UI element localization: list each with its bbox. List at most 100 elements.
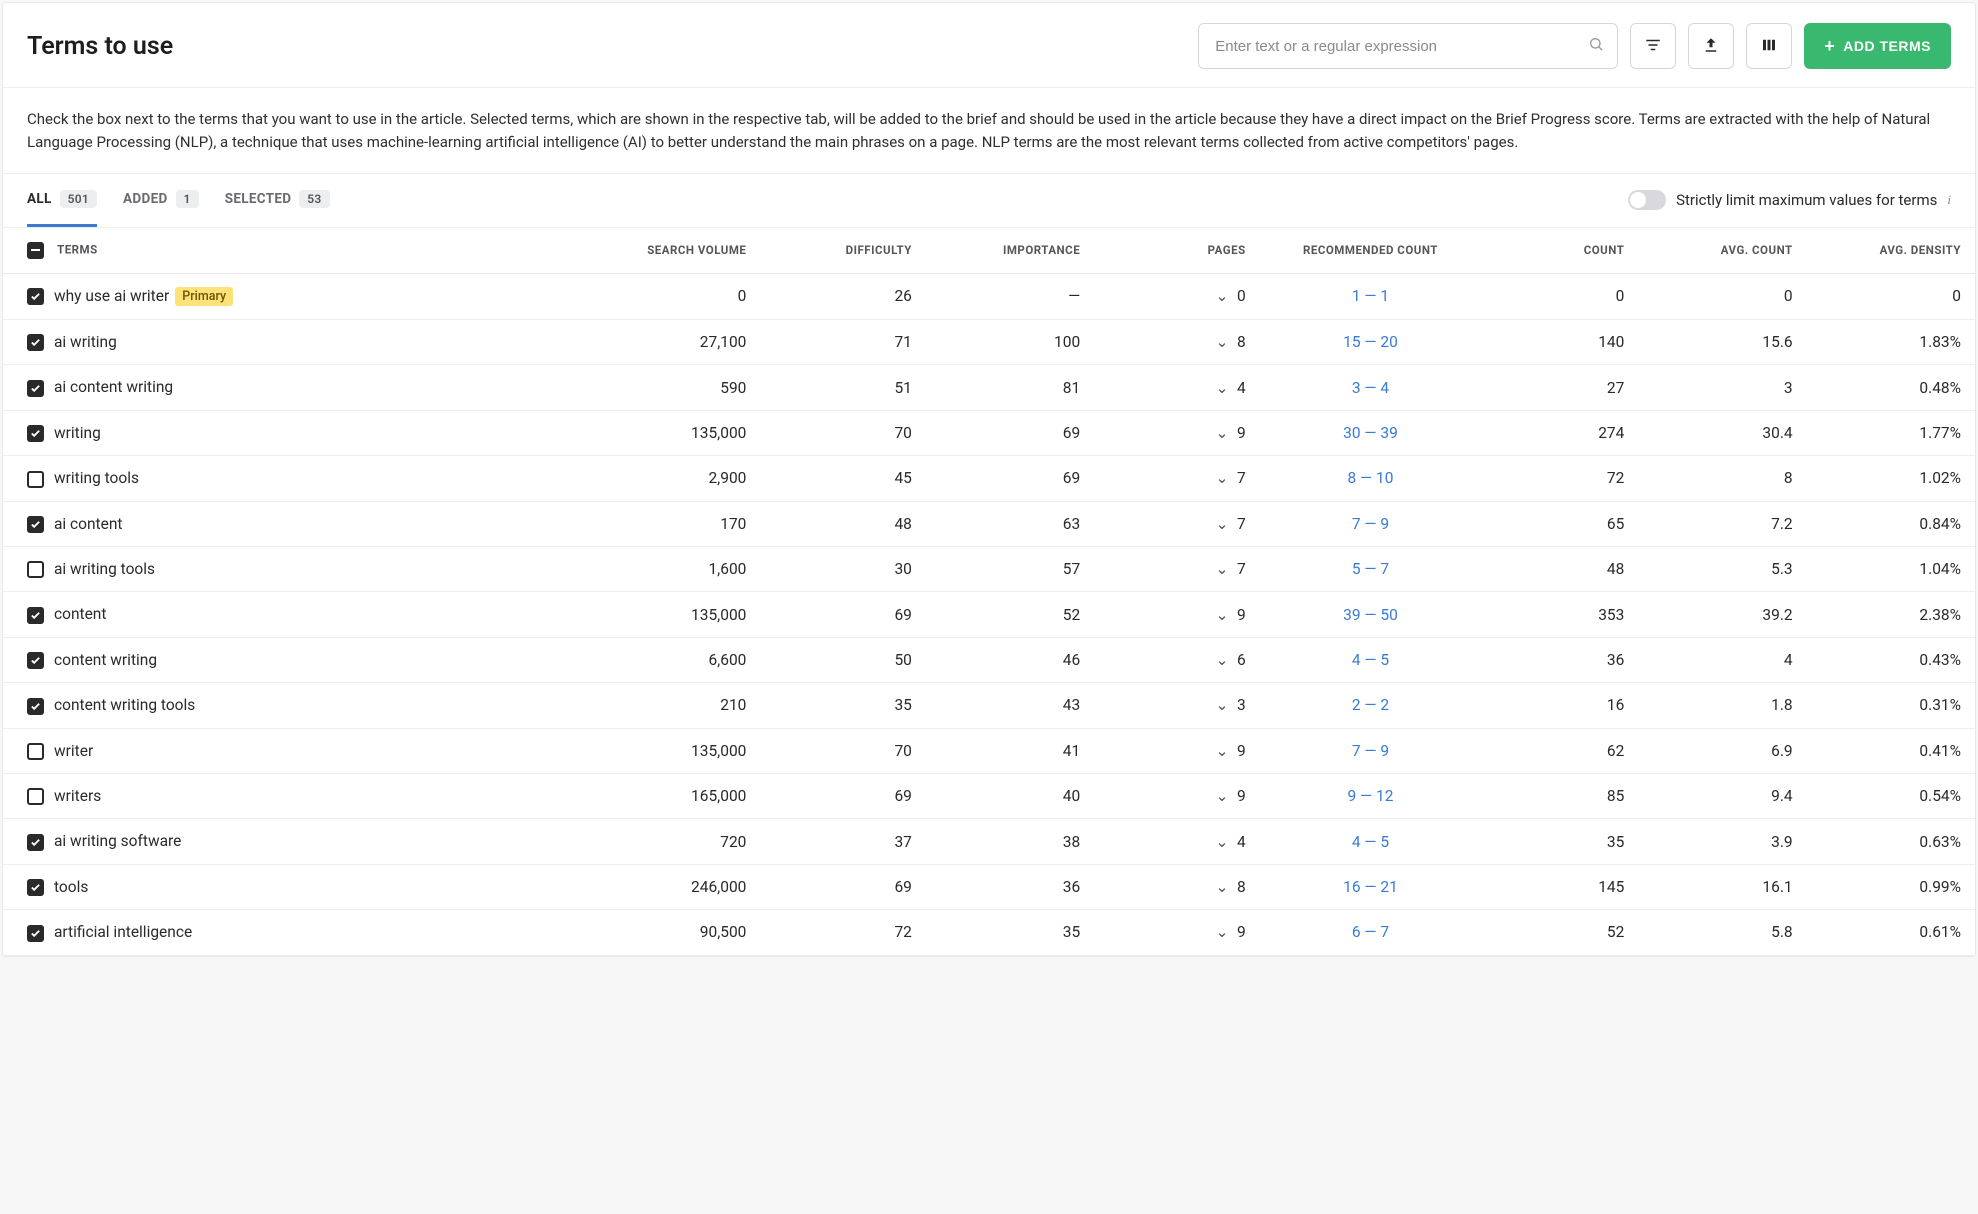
row-checkbox[interactable] (27, 607, 44, 624)
row-checkbox[interactable] (27, 425, 44, 442)
row-checkbox[interactable] (27, 516, 44, 533)
term-name: ai content writing (54, 378, 173, 396)
cell-avg-count: 7.2 (1638, 501, 1806, 546)
expand-pages-icon[interactable]: ⌄ (1215, 742, 1229, 760)
expand-pages-icon[interactable]: ⌄ (1215, 333, 1229, 351)
expand-pages-icon[interactable]: ⌄ (1215, 469, 1229, 487)
expand-pages-icon[interactable]: ⌄ (1215, 287, 1229, 305)
col-difficulty[interactable]: DIFFICULTY (760, 228, 926, 274)
cell-recommended[interactable]: 6 — 7 (1352, 923, 1389, 941)
strict-limit-label: Strictly limit maximum values for terms (1676, 191, 1937, 209)
cell-recommended[interactable]: 3 — 4 (1352, 379, 1389, 397)
cell-avg-density: 1.02% (1807, 456, 1975, 501)
cell-count: 36 (1481, 637, 1638, 682)
tab-added-count: 1 (176, 190, 199, 208)
cell-count: 62 (1481, 728, 1638, 773)
row-checkbox[interactable] (27, 834, 44, 851)
table-row: tools246,0006936⌄816 — 2114516.10.99% (3, 864, 1975, 909)
cell-count: 65 (1481, 501, 1638, 546)
cell-recommended[interactable]: 8 — 10 (1348, 469, 1394, 487)
row-checkbox[interactable] (27, 698, 44, 715)
select-all-checkbox[interactable] (27, 242, 44, 259)
cell-importance: 41 (926, 728, 1094, 773)
table-row: content135,0006952⌄939 — 5035339.22.38% (3, 592, 1975, 637)
expand-pages-icon[interactable]: ⌄ (1215, 878, 1229, 896)
cell-pages: 4 (1237, 833, 1246, 851)
cell-recommended[interactable]: 15 — 20 (1343, 333, 1398, 351)
expand-pages-icon[interactable]: ⌄ (1215, 833, 1229, 851)
page-title: Terms to use (27, 32, 173, 61)
strict-limit-toggle[interactable] (1628, 190, 1666, 210)
row-checkbox[interactable] (27, 471, 44, 488)
col-terms[interactable]: TERMS (57, 242, 98, 256)
cell-difficulty: 45 (760, 456, 926, 501)
filter-button[interactable] (1630, 23, 1676, 69)
tab-all-label: ALL (27, 191, 52, 207)
tab-all[interactable]: ALL 501 (27, 174, 97, 227)
col-importance[interactable]: IMPORTANCE (926, 228, 1094, 274)
cell-recommended[interactable]: 30 — 39 (1343, 424, 1398, 442)
row-checkbox[interactable] (27, 925, 44, 942)
row-checkbox[interactable] (27, 879, 44, 896)
cell-avg-density: 2.38% (1807, 592, 1975, 637)
cell-recommended[interactable]: 2 — 2 (1352, 696, 1389, 714)
expand-pages-icon[interactable]: ⌄ (1215, 696, 1229, 714)
expand-pages-icon[interactable]: ⌄ (1215, 606, 1229, 624)
cell-recommended[interactable]: 16 — 21 (1343, 878, 1398, 896)
cell-count: 52 (1481, 910, 1638, 955)
cell-recommended[interactable]: 5 — 7 (1352, 560, 1389, 578)
cell-recommended[interactable]: 4 — 5 (1352, 651, 1389, 669)
tab-selected[interactable]: SELECTED 53 (225, 174, 330, 227)
cell-pages: 9 (1237, 787, 1246, 805)
row-checkbox[interactable] (27, 788, 44, 805)
row-checkbox[interactable] (27, 380, 44, 397)
cell-recommended[interactable]: 1 — 1 (1352, 287, 1389, 305)
tab-added[interactable]: ADDED 1 (123, 174, 199, 227)
col-recommended-count[interactable]: RECOMMENDED COUNT (1260, 228, 1482, 274)
cell-avg-count: 8 (1638, 456, 1806, 501)
expand-pages-icon[interactable]: ⌄ (1215, 787, 1229, 805)
row-checkbox[interactable] (27, 288, 44, 305)
table-row: writing135,0007069⌄930 — 3927430.41.77% (3, 410, 1975, 455)
row-checkbox[interactable] (27, 743, 44, 760)
search-input[interactable] (1198, 23, 1618, 69)
table-row: ai writing software7203738⌄44 — 5353.90.… (3, 819, 1975, 864)
info-icon[interactable]: i (1947, 192, 1951, 208)
cell-avg-density: 0.31% (1807, 683, 1975, 728)
add-terms-button[interactable]: + ADD TERMS (1804, 23, 1951, 69)
columns-icon (1760, 36, 1778, 57)
cell-count: 85 (1481, 773, 1638, 818)
columns-button[interactable] (1746, 23, 1792, 69)
term-name: writing tools (54, 469, 139, 487)
col-search-volume[interactable]: SEARCH VOLUME (578, 228, 760, 274)
col-avg-density[interactable]: AVG. DENSITY (1807, 228, 1975, 274)
col-count[interactable]: COUNT (1481, 228, 1638, 274)
expand-pages-icon[interactable]: ⌄ (1215, 651, 1229, 669)
cell-difficulty: 70 (760, 728, 926, 773)
row-checkbox[interactable] (27, 561, 44, 578)
cell-difficulty: 51 (760, 365, 926, 410)
upload-button[interactable] (1688, 23, 1734, 69)
table-row: ai writing tools1,6003057⌄75 — 7485.31.0… (3, 546, 1975, 591)
cell-recommended[interactable]: 7 — 9 (1352, 515, 1389, 533)
row-checkbox[interactable] (27, 334, 44, 351)
expand-pages-icon[interactable]: ⌄ (1215, 923, 1229, 941)
expand-pages-icon[interactable]: ⌄ (1215, 515, 1229, 533)
cell-avg-density: 1.04% (1807, 546, 1975, 591)
cell-recommended[interactable]: 39 — 50 (1343, 606, 1398, 624)
expand-pages-icon[interactable]: ⌄ (1215, 560, 1229, 578)
cell-avg-density: 0.61% (1807, 910, 1975, 955)
cell-avg-count: 5.3 (1638, 546, 1806, 591)
col-pages[interactable]: PAGES (1094, 228, 1260, 274)
cell-count: 0 (1481, 273, 1638, 319)
cell-recommended[interactable]: 9 — 12 (1348, 787, 1394, 805)
cell-count: 48 (1481, 546, 1638, 591)
col-avg-count[interactable]: AVG. COUNT (1638, 228, 1806, 274)
row-checkbox[interactable] (27, 652, 44, 669)
expand-pages-icon[interactable]: ⌄ (1215, 424, 1229, 442)
expand-pages-icon[interactable]: ⌄ (1215, 379, 1229, 397)
cell-pages: 7 (1237, 469, 1246, 487)
cell-recommended[interactable]: 4 — 5 (1352, 833, 1389, 851)
cell-pages: 9 (1237, 606, 1246, 624)
cell-recommended[interactable]: 7 — 9 (1352, 742, 1389, 760)
